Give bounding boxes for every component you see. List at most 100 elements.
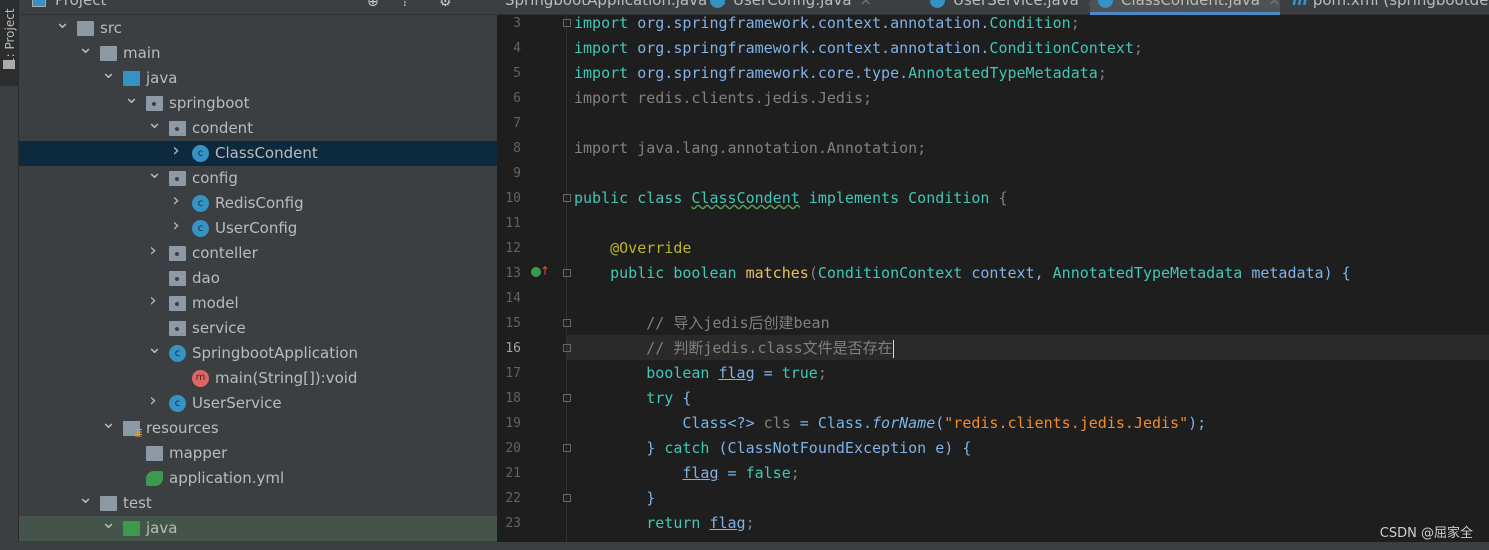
fold-marker-icon[interactable]: [563, 494, 571, 502]
tree-item[interactable]: ⌄ java: [19, 512, 497, 541]
code-token: <?>: [727, 414, 764, 432]
code-line[interactable]: return flag;: [574, 511, 754, 536]
chevron-down-icon[interactable]: ⌄: [147, 112, 162, 133]
fold-marker-icon[interactable]: [563, 394, 571, 402]
collapse-icon[interactable]: ⇡: [399, 0, 411, 10]
code-token: matches: [745, 264, 809, 282]
tree-item[interactable]: › c ClassCondent: [19, 140, 497, 166]
tree-item[interactable]: ⌄ java: [19, 62, 497, 91]
tree-item[interactable]: › c UserService: [19, 390, 497, 416]
fold-marker-icon[interactable]: [563, 319, 571, 327]
project-header: Project ⊕ ⇡ ⚙: [19, 0, 497, 15]
code-line[interactable]: import redis.clients.jedis.Jedis;: [574, 86, 872, 111]
code-line[interactable]: Class<?> cls = Class.forName("redis.clie…: [574, 411, 1206, 436]
fold-marker-icon[interactable]: [563, 269, 571, 277]
tree-item[interactable]: ⌄ resources: [19, 412, 497, 441]
tree-item[interactable]: › model: [19, 290, 497, 316]
code-line[interactable]: import org.springframework.context.annot…: [574, 36, 1143, 61]
folder-icon: [3, 60, 15, 69]
code-line[interactable]: import org.springframework.core.type.Ann…: [574, 61, 1107, 86]
chevron-down-icon[interactable]: ⌄: [101, 62, 116, 83]
tree-item[interactable]: dao: [19, 266, 497, 291]
tree-item[interactable]: ⌄ springboot: [19, 87, 497, 116]
tree-item[interactable]: ⌄ main: [19, 37, 497, 66]
class-icon: c: [192, 220, 209, 237]
fold-marker-icon[interactable]: [563, 194, 571, 202]
tree-item[interactable]: m main(String[]):void: [19, 366, 497, 391]
code-token: ;: [1097, 64, 1107, 82]
close-icon[interactable]: ×: [860, 0, 873, 9]
tree-item-label: UserConfig: [215, 219, 298, 237]
tree-item[interactable]: › conteller: [19, 240, 497, 266]
tab-label: UserConfig.java: [733, 0, 852, 9]
tree-item-label: condent: [192, 119, 254, 137]
tree-item-label: main(String[]):void: [215, 369, 358, 387]
method-icon: m: [192, 370, 209, 387]
fold-marker-icon[interactable]: [563, 344, 571, 352]
code-line[interactable]: boolean flag = true;: [574, 361, 827, 386]
code-line[interactable]: import org.springframework.context.annot…: [574, 11, 1080, 36]
tree-item[interactable]: ⌄ c SpringbootApplication: [19, 337, 497, 366]
chevron-down-icon[interactable]: ⌄: [55, 12, 70, 33]
fold-marker-icon[interactable]: [563, 19, 571, 27]
code-line[interactable]: // 导入jedis后创建bean: [574, 311, 830, 336]
code-line[interactable]: } catch (ClassNotFoundException e) {: [574, 436, 971, 461]
tree-item[interactable]: › c UserConfig: [19, 215, 497, 241]
tree-item[interactable]: mapper: [19, 441, 497, 466]
chevron-down-icon[interactable]: ⌄: [78, 37, 93, 58]
tab[interactable]: ClassCondent.java ×: [1090, 0, 1281, 15]
code-token: return: [646, 514, 710, 532]
tree-item[interactable]: ⌄ test: [19, 487, 497, 516]
locate-icon[interactable]: ⊕: [367, 0, 379, 10]
tree-item-label: src: [100, 19, 122, 37]
override-arrow-icon[interactable]: ↑: [540, 264, 550, 278]
tree-item[interactable]: ⌄ condent: [19, 112, 497, 141]
code-token: import: [574, 14, 629, 32]
code-line[interactable]: flag = false;: [574, 461, 799, 486]
code-token: ;: [817, 364, 827, 382]
chevron-right-icon[interactable]: ›: [147, 390, 159, 411]
code-token: =: [754, 364, 782, 382]
package-icon: [169, 246, 186, 261]
project-title[interactable]: Project: [55, 0, 106, 9]
chevron-right-icon[interactable]: ›: [170, 140, 182, 161]
chevron-right-icon[interactable]: ›: [147, 240, 159, 261]
chevron-down-icon[interactable]: ⌄: [147, 337, 162, 358]
chevron-down-icon[interactable]: ⌄: [147, 162, 162, 183]
class-icon: [930, 0, 945, 8]
project-tool-label: 1: Project: [3, 8, 17, 65]
code-line[interactable]: }: [574, 486, 655, 511]
code-line[interactable]: import java.lang.annotation.Annotation;: [574, 136, 926, 161]
tree-item-label: java: [146, 519, 178, 537]
code-line[interactable]: @Override: [574, 236, 691, 261]
fold-marker-icon[interactable]: [563, 444, 571, 452]
code-line[interactable]: public class ClassCondent implements Con…: [574, 186, 1008, 211]
tree-item[interactable]: › c RedisConfig: [19, 190, 497, 216]
package-icon: [169, 271, 186, 286]
chevron-right-icon[interactable]: ›: [147, 290, 159, 311]
watermark: CSDN @屈家全: [1379, 526, 1473, 541]
chevron-down-icon[interactable]: ⌄: [124, 87, 139, 108]
gear-icon[interactable]: ⚙: [439, 0, 452, 10]
code-token: }: [574, 489, 656, 507]
tree-item[interactable]: ⌄ config: [19, 162, 497, 191]
chevron-down-icon[interactable]: ⌄: [101, 512, 116, 533]
code-line[interactable]: // 判断jedis.class文件是否存在: [574, 336, 894, 361]
code-token: // 导入jedis后创建bean: [574, 314, 830, 332]
close-icon[interactable]: ×: [1268, 0, 1281, 9]
project-tool-button[interactable]: 1: Project: [0, 0, 19, 86]
code-line[interactable]: try {: [574, 386, 691, 411]
tab-label: ClassCondent.java: [1121, 0, 1260, 9]
tree-item[interactable]: service: [19, 316, 497, 341]
line-number: 18: [505, 391, 521, 406]
chevron-down-icon[interactable]: ⌄: [78, 487, 93, 508]
code-token: metadata) {: [1242, 264, 1351, 282]
code-line[interactable]: public boolean matches(ConditionContext …: [574, 261, 1351, 286]
package-icon: [169, 321, 186, 336]
tab[interactable]: m pom.xml (springbootde: [1292, 0, 1488, 15]
chevron-down-icon[interactable]: ⌄: [101, 412, 116, 433]
chevron-right-icon[interactable]: ›: [170, 190, 182, 211]
code-token: true: [781, 364, 818, 382]
chevron-right-icon[interactable]: ›: [170, 215, 182, 236]
